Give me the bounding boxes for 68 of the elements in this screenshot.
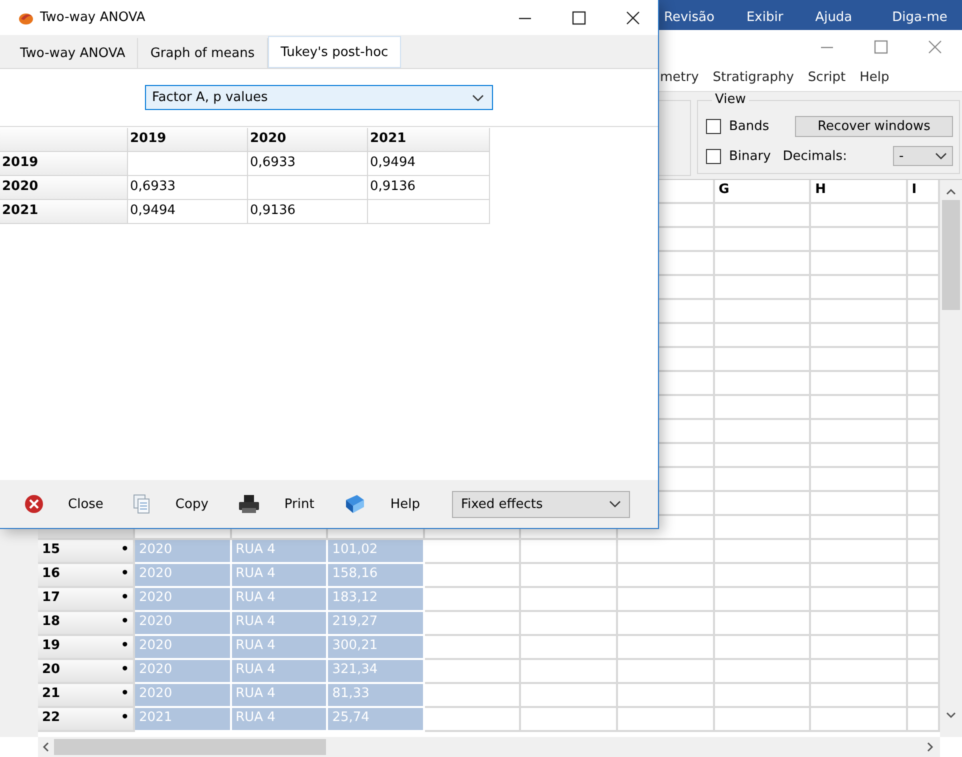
row-header[interactable]: 19 • <box>38 636 135 660</box>
table-cell: 2021 <box>135 708 232 732</box>
ribbon-menu-item[interactable]: Exibir <box>746 10 784 24</box>
column-header[interactable]: I <box>908 180 940 204</box>
menu-item[interactable]: metry <box>660 70 699 85</box>
toolbar-button[interactable]: Copy <box>133 494 208 514</box>
menu-item[interactable]: Script <box>808 70 846 85</box>
table-cell: 0,9494 <box>368 152 490 176</box>
row-header[interactable]: 18 • <box>38 612 135 636</box>
decimals-label: Decimals: <box>782 148 847 164</box>
table-cell: RUA 4 <box>232 684 328 708</box>
row-header[interactable]: 15 • <box>38 540 135 564</box>
recover-windows-button[interactable]: Recover windows <box>795 116 953 136</box>
column-header: 2020 <box>248 128 368 152</box>
checkbox[interactable]: Bands <box>706 118 771 134</box>
ribbon-menu-item[interactable]: Ajuda <box>815 10 852 24</box>
menu-item[interactable]: Help <box>860 70 890 85</box>
window-title: Two-way ANOVA <box>40 10 146 25</box>
view-dropdown[interactable]: Factor A, p values <box>145 85 493 110</box>
table-cell: 183,12 <box>328 588 425 612</box>
table-cell: 2020 <box>135 540 232 564</box>
table-cell: RUA 4 <box>232 564 328 588</box>
row-header: 2019 <box>0 152 128 176</box>
toolbar-button[interactable]: Print <box>238 494 314 514</box>
checkbox[interactable]: Binary <box>706 148 771 164</box>
row-header[interactable]: 17 • <box>38 588 135 612</box>
table-cell: 300,21 <box>328 636 425 660</box>
table-cell: 101,02 <box>328 540 425 564</box>
table-cell: 321,34 <box>328 660 425 684</box>
table-cell: 2020 <box>135 684 232 708</box>
table-cell: RUA 4 <box>232 540 328 564</box>
decimals-dropdown[interactable]: - <box>893 146 953 166</box>
table-cell: 2020 <box>135 636 232 660</box>
table-cell: 2020 <box>135 660 232 684</box>
table-cell: 219,27 <box>328 612 425 636</box>
table-cell: RUA 4 <box>232 636 328 660</box>
toolbar-button[interactable]: Close <box>24 494 104 514</box>
tab[interactable]: Tukey's post-hoc <box>268 36 402 68</box>
row-header[interactable]: 21 • <box>38 684 135 708</box>
table-cell: 0,6933 <box>128 176 248 200</box>
table-cell: 2020 <box>135 564 232 588</box>
table-cell: RUA 4 <box>232 660 328 684</box>
row-header[interactable]: 16 • <box>38 564 135 588</box>
tell-me-field[interactable]: Diga-me <box>892 10 948 24</box>
toolbar-button[interactable]: Help <box>344 494 420 514</box>
effects-dropdown[interactable]: Fixed effects <box>452 490 630 518</box>
row-header: 2021 <box>0 200 128 224</box>
row-header: 2020 <box>0 176 128 200</box>
column-header: 2021 <box>368 128 490 152</box>
table-cell: 158,16 <box>328 564 425 588</box>
table-cell: RUA 4 <box>232 708 328 732</box>
table-cell: RUA 4 <box>232 612 328 636</box>
menu-item[interactable]: Stratigraphy <box>712 70 794 85</box>
table-cell: 0,9136 <box>248 200 368 224</box>
table-cell: RUA 4 <box>232 588 328 612</box>
column-header[interactable]: H <box>811 180 908 204</box>
row-header[interactable]: 22 • <box>38 708 135 732</box>
table-cell: 0,9494 <box>128 200 248 224</box>
table-cell: 81,33 <box>328 684 425 708</box>
table-cell: 2020 <box>135 588 232 612</box>
table-cell: 0,9136 <box>368 176 490 200</box>
table-cell: 2020 <box>135 612 232 636</box>
table-cell: 0,6933 <box>248 152 368 176</box>
row-header[interactable]: 20 • <box>38 660 135 684</box>
column-header[interactable]: G <box>714 180 812 204</box>
ribbon-menu-item[interactable]: Revisão <box>664 10 714 24</box>
column-header: 2019 <box>128 128 248 152</box>
table-cell: 25,74 <box>328 708 425 732</box>
